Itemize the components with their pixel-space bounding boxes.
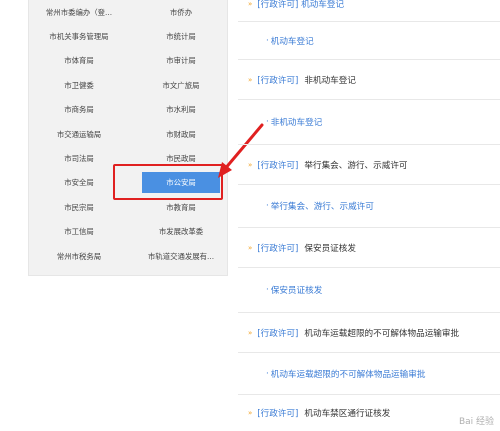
bullet-icon: » (248, 328, 253, 337)
department-item[interactable]: 市水利局 (133, 98, 229, 122)
department-item[interactable]: 市安全局 (31, 171, 127, 195)
department-item[interactable]: 市民宗局 (31, 195, 127, 219)
department-item-selected[interactable]: 市公安局 (133, 171, 229, 195)
bullet-icon: » (248, 75, 253, 84)
bullet-icon: » (248, 0, 253, 8)
service-link-row[interactable]: · 举行集会、游行、示威许可 (238, 185, 500, 228)
department-item[interactable]: 市审计局 (133, 49, 229, 73)
service-link-row[interactable]: · 机动车运载超限的不可解体物品运输审批 (238, 353, 500, 395)
service-link-row[interactable]: · 保安员证核发 (238, 268, 500, 313)
department-item[interactable]: 市轨道交通发展有... (133, 244, 229, 268)
service-row[interactable]: » [行政许可] 举行集会、游行、示威许可 (238, 145, 500, 185)
department-item[interactable]: 市民政局 (133, 146, 229, 170)
department-item[interactable]: 市工信局 (31, 220, 127, 244)
department-item[interactable]: 市教育局 (133, 195, 229, 219)
department-item[interactable]: 市体育局 (31, 49, 127, 73)
department-item[interactable]: 市侨办 (133, 0, 229, 24)
service-link-row[interactable]: · 非机动车登记 (238, 100, 500, 145)
department-item[interactable]: 常州市税务局 (31, 244, 127, 268)
department-item[interactable]: 市统计局 (133, 24, 229, 48)
department-item[interactable]: 市发展改革委 (133, 220, 229, 244)
bullet-icon: » (248, 243, 253, 252)
bullet-icon: » (248, 160, 253, 169)
department-panel: 常州市委编办（登... 市侨办 市机关事务管理局 市统计局 市体育局 市审计局 … (28, 0, 228, 276)
department-item[interactable]: 市机关事务管理局 (31, 24, 127, 48)
service-link-row[interactable]: · 机动车登记 (238, 22, 500, 60)
service-row[interactable]: » [行政许可] 非机动车登记 (238, 60, 500, 100)
department-item[interactable]: 市商务局 (31, 98, 127, 122)
department-item[interactable]: 市文广旅局 (133, 73, 229, 97)
service-row[interactable]: » [行政许可] 机动车运载超限的不可解体物品运输审批 (238, 313, 500, 353)
service-row-partial[interactable]: » [行政许可] 机动车登记 (238, 0, 500, 22)
department-item[interactable]: 市卫健委 (31, 73, 127, 97)
watermark: Bai 经验 (458, 417, 494, 427)
bullet-icon: » (248, 409, 253, 417)
department-item[interactable]: 市交通运输局 (31, 122, 127, 146)
service-list: » [行政许可] 机动车登记 · 机动车登记 » [行政许可] 非机动车登记 · 非… (238, 0, 500, 431)
service-row[interactable]: » [行政许可] 保安员证核发 (238, 228, 500, 268)
department-grid: 常州市委编办（登... 市侨办 市机关事务管理局 市统计局 市体育局 市审计局 … (29, 0, 227, 268)
department-item[interactable]: 市司法局 (31, 146, 127, 170)
department-item[interactable]: 市财政局 (133, 122, 229, 146)
department-item[interactable]: 常州市委编办（登... (31, 0, 127, 24)
